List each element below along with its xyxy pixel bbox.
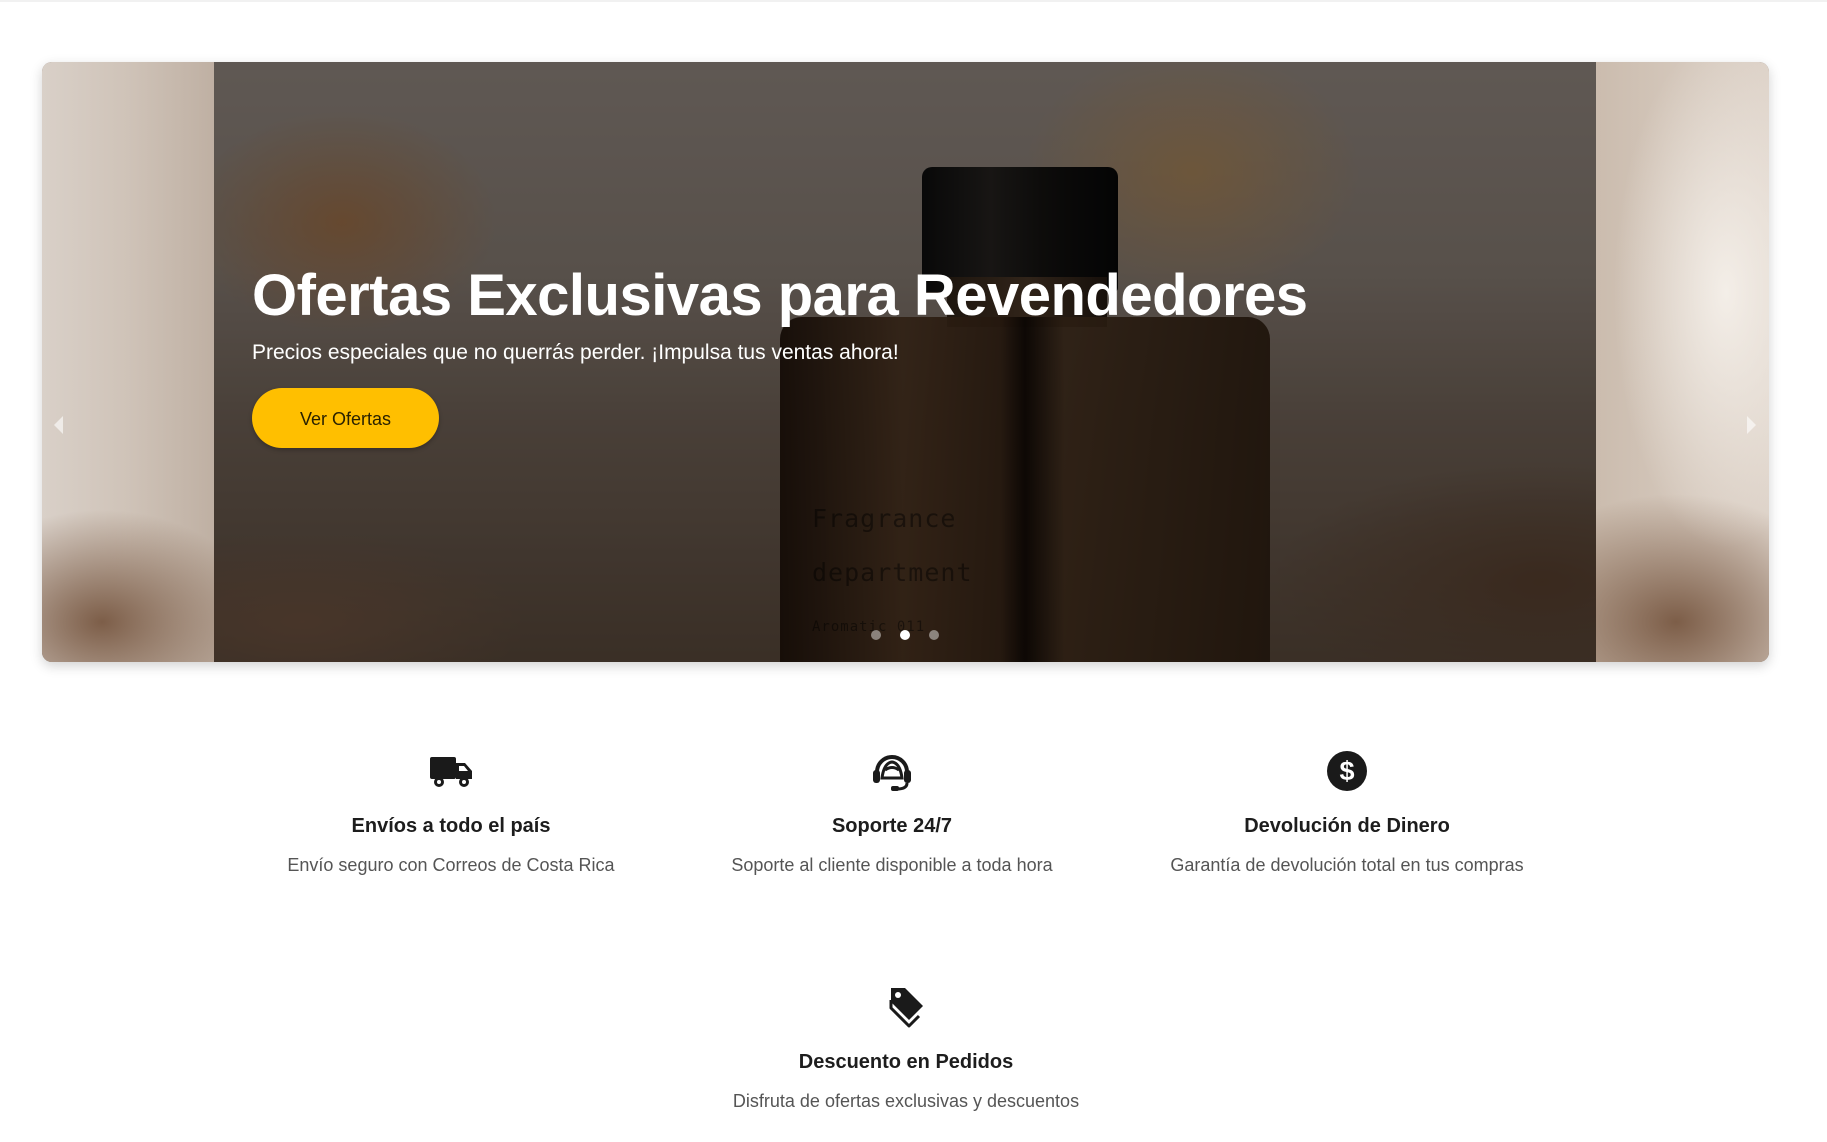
svg-text:$: $ <box>1339 756 1354 786</box>
feature-refund: $ Devolución de Dinero Garantía de devol… <box>1117 748 1577 878</box>
carousel-dot-1[interactable] <box>871 630 881 640</box>
feature-shipping: Envíos a todo el país Envío seguro con C… <box>221 748 681 878</box>
feature-description: Envío seguro con Correos de Costa Rica <box>287 855 615 875</box>
tags-icon <box>889 988 923 1028</box>
feature-description: Soporte al cliente disponible a toda hor… <box>731 855 1053 875</box>
carousel-indicators <box>871 630 939 640</box>
feature-title: Envíos a todo el país <box>351 815 551 837</box>
ver-ofertas-button[interactable]: Ver Ofertas <box>252 388 439 448</box>
next-slide-peek <box>1596 62 1769 662</box>
prev-slide-peek <box>42 62 214 662</box>
dollar-circle-icon: $ <box>1327 751 1367 791</box>
top-border <box>0 0 1827 2</box>
feature-title: Devolución de Dinero <box>1244 815 1450 837</box>
feature-discount: Descuento en Pedidos Disfruta de ofertas… <box>676 984 1136 1114</box>
hero-carousel: Fragrance department Aromatic 011 Oferta… <box>42 62 1769 662</box>
headset-icon <box>873 755 911 791</box>
feature-title: Soporte 24/7 <box>831 815 953 837</box>
chevron-left-icon[interactable] <box>54 416 63 434</box>
feature-description: Garantía de devolución total en tus comp… <box>1170 855 1524 875</box>
feature-title: Descuento en Pedidos <box>798 1051 1014 1073</box>
carousel-dot-2[interactable] <box>900 630 910 640</box>
feature-description: Disfruta de ofertas exclusivas y descuen… <box>732 1091 1080 1111</box>
feature-support: Soporte 24/7 Soporte al cliente disponib… <box>662 748 1122 878</box>
truck-icon <box>430 757 472 787</box>
chevron-right-icon[interactable] <box>1747 416 1756 434</box>
slide-title: Ofertas Exclusivas para Revendedores <box>252 263 1308 328</box>
slide-subtitle: Precios especiales que no querrás perder… <box>252 341 899 364</box>
slide-caption: Ofertas Exclusivas para Revendedores Pre… <box>252 260 1552 448</box>
carousel-dot-3[interactable] <box>929 630 939 640</box>
